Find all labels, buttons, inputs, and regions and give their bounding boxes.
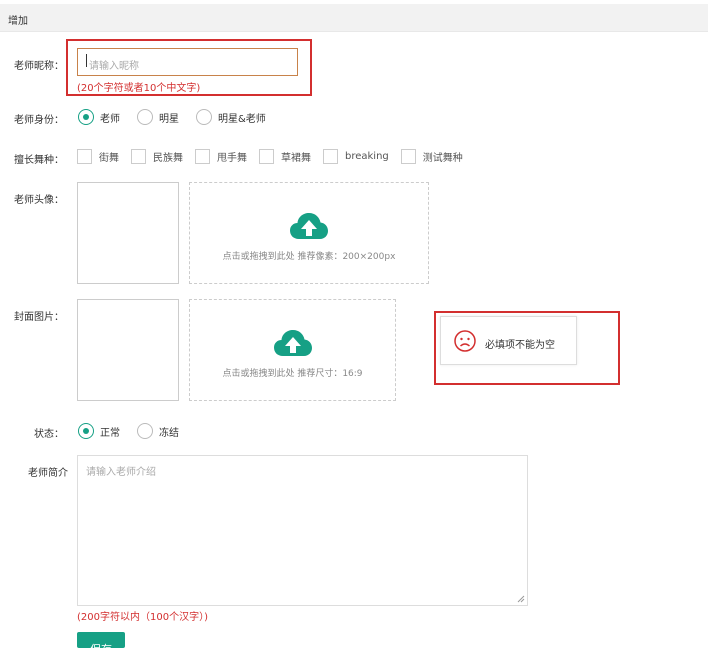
avatar-label: 老师头像：: [14, 195, 64, 206]
save-button[interactable]: 保存: [77, 632, 125, 648]
identity-label: 老师身份：: [14, 115, 64, 126]
checkbox-hula-dance[interactable]: [259, 149, 274, 164]
nickname-input[interactable]: 请输入昵称: [77, 48, 298, 76]
status-label: 状态：: [34, 429, 64, 440]
avatar-preview: [77, 182, 179, 284]
radio-normal-label: 正常: [100, 427, 120, 439]
text-caret: [86, 54, 87, 67]
cover-upload-text: 点击或拖拽到此处 推荐尺寸：16:9: [222, 369, 363, 379]
nickname-label: 老师昵称：: [14, 61, 64, 72]
radio-star-teacher-label: 明星&老师: [218, 113, 266, 125]
checkbox-test-dance-label: 测试舞种: [422, 153, 463, 164]
checkbox-breaking-label: breaking: [345, 151, 389, 162]
cloud-upload-icon: [290, 213, 328, 239]
cover-preview: [77, 299, 179, 401]
avatar-upload-area[interactable]: 点击或拖拽到此处 推荐像素：200×200px: [189, 182, 429, 284]
radio-star[interactable]: [137, 109, 153, 125]
radio-star-teacher[interactable]: [196, 109, 212, 125]
radio-teacher[interactable]: [78, 109, 94, 125]
page-title: 增加: [8, 16, 28, 27]
checkbox-folk-dance-label: 民族舞: [153, 153, 183, 164]
cloud-upload-icon: [274, 330, 312, 356]
cover-label: 封面图片：: [14, 312, 64, 323]
sad-face-icon: [454, 330, 476, 352]
dance-checkbox-group: 街舞 民族舞 甩手舞 草裙舞 breaking 测试舞种: [77, 149, 475, 164]
toast-message: 必填项不能为空: [485, 340, 555, 351]
cover-upload-area[interactable]: 点击或拖拽到此处 推荐尺寸：16:9: [189, 299, 396, 401]
radio-star-label: 明星: [159, 113, 179, 125]
checkbox-breaking[interactable]: [323, 149, 338, 164]
nickname-placeholder: 请输入昵称: [89, 61, 139, 72]
checkbox-street-dance[interactable]: [77, 149, 92, 164]
error-toast: 必填项不能为空: [440, 316, 577, 365]
checkbox-swing-dance[interactable]: [195, 149, 210, 164]
resize-grip-icon[interactable]: [517, 595, 525, 603]
radio-frozen-label: 冻结: [159, 427, 179, 439]
checkbox-swing-dance-label: 甩手舞: [217, 153, 247, 164]
save-button-label: 保存: [77, 632, 125, 648]
intro-placeholder: 请输入老师介绍: [86, 467, 156, 478]
nickname-hint: (20个字符或者10个中文字): [77, 83, 201, 94]
identity-radio-group: 老师 明星 明星&老师: [78, 109, 283, 125]
checkbox-hula-dance-label: 草裙舞: [281, 153, 311, 164]
avatar-upload-text: 点击或拖拽到此处 推荐像素：200×200px: [222, 252, 396, 262]
radio-normal[interactable]: [78, 423, 94, 439]
status-radio-group: 正常 冻结: [78, 423, 196, 439]
intro-textarea[interactable]: 请输入老师介绍: [77, 455, 528, 606]
dance-label: 擅长舞种：: [14, 155, 64, 166]
intro-hint: (200字符以内（100个汉字）): [77, 612, 208, 623]
intro-label: 老师简介: [28, 468, 68, 479]
page-header: 增加: [0, 4, 708, 32]
checkbox-test-dance[interactable]: [400, 149, 416, 164]
radio-teacher-label: 老师: [100, 113, 120, 125]
checkbox-street-dance-label: 街舞: [99, 153, 119, 164]
radio-frozen[interactable]: [137, 423, 153, 439]
checkbox-folk-dance[interactable]: [131, 149, 146, 164]
